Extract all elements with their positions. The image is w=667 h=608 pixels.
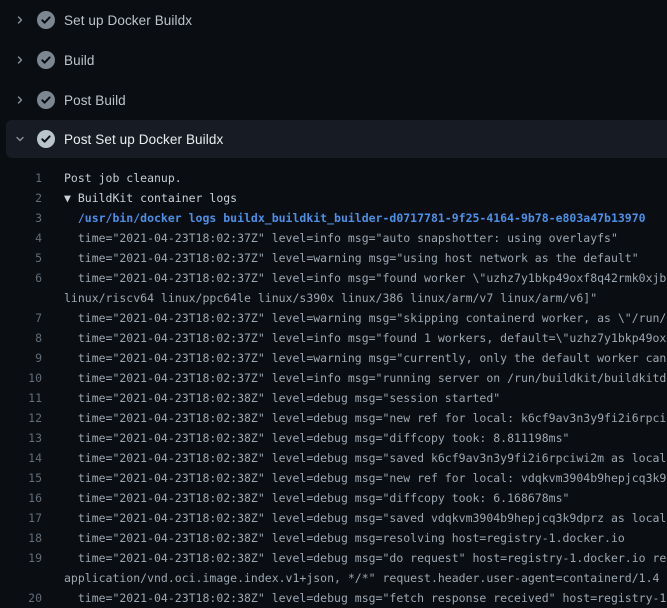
log-line-text: time="2021-04-23T18:02:38Z" level=debug …	[42, 508, 667, 528]
section-row-expanded[interactable]: Post Set up Docker Buildx	[6, 120, 667, 158]
log-line: 16 time="2021-04-23T18:02:38Z" level=deb…	[0, 488, 667, 508]
log-line: 11 time="2021-04-23T18:02:38Z" level=deb…	[0, 388, 667, 408]
log-line-number[interactable]: 6	[0, 268, 42, 288]
log-line-number[interactable]: 19	[0, 548, 42, 568]
log-line-text: time="2021-04-23T18:02:37Z" level=warnin…	[42, 248, 639, 268]
log-line: 15 time="2021-04-23T18:02:38Z" level=deb…	[0, 468, 667, 488]
chevron-down-icon	[14, 133, 26, 145]
log-line: 2 ▼ BuildKit container logs	[0, 188, 667, 208]
log-line-number[interactable]: 20	[0, 588, 42, 608]
log-line: 9 time="2021-04-23T18:02:37Z" level=warn…	[0, 348, 667, 368]
log-line-number[interactable]: 2	[0, 188, 42, 208]
log-line: 18 time="2021-04-23T18:02:38Z" level=deb…	[0, 528, 667, 548]
log-line-number[interactable]: 4	[0, 228, 42, 248]
log-line-number-spacer	[0, 288, 42, 308]
log-line: 6 time="2021-04-23T18:02:37Z" level=info…	[0, 268, 667, 288]
log-line: 20 time="2021-04-23T18:02:38Z" level=deb…	[0, 588, 667, 608]
log-line: application/vnd.oci.image.index.v1+json,…	[0, 568, 667, 588]
log-output: 1 Post job cleanup. 2 ▼ BuildKit contain…	[0, 158, 667, 608]
log-line-number[interactable]: 8	[0, 328, 42, 348]
chevron-right-icon	[14, 14, 26, 26]
check-circle-icon	[36, 50, 56, 70]
section-row-collapsed[interactable]: Set up Docker Buildx	[0, 0, 667, 40]
log-line-text: time="2021-04-23T18:02:38Z" level=debug …	[42, 548, 666, 568]
log-line-text: time="2021-04-23T18:02:37Z" level=info m…	[42, 228, 618, 248]
log-line-number[interactable]: 12	[0, 408, 42, 428]
log-line-number[interactable]: 14	[0, 448, 42, 468]
check-circle-icon	[36, 90, 56, 110]
log-line: 14 time="2021-04-23T18:02:38Z" level=deb…	[0, 448, 667, 468]
log-command-text: /usr/bin/docker logs buildx_buildkit_bui…	[42, 208, 646, 228]
log-line-number[interactable]: 17	[0, 508, 42, 528]
log-line-number[interactable]: 10	[0, 368, 42, 388]
log-line: 13 time="2021-04-23T18:02:38Z" level=deb…	[0, 428, 667, 448]
log-line: 7 time="2021-04-23T18:02:37Z" level=warn…	[0, 308, 667, 328]
section-label: Build	[64, 53, 95, 68]
log-line-text: time="2021-04-23T18:02:38Z" level=debug …	[42, 488, 569, 508]
log-line-number[interactable]: 18	[0, 528, 42, 548]
log-line-text: time="2021-04-23T18:02:37Z" level=info m…	[42, 268, 667, 288]
log-line-text: time="2021-04-23T18:02:38Z" level=debug …	[42, 408, 666, 428]
log-line-number[interactable]: 15	[0, 468, 42, 488]
log-line-number[interactable]: 13	[0, 428, 42, 448]
log-line: 8 time="2021-04-23T18:02:37Z" level=info…	[0, 328, 667, 348]
section-label: Set up Docker Buildx	[64, 13, 192, 28]
section-row-collapsed[interactable]: Build	[0, 40, 667, 80]
log-line: 1 Post job cleanup.	[0, 168, 667, 188]
section-label: Post Build	[64, 93, 126, 108]
log-line-text: time="2021-04-23T18:02:38Z" level=debug …	[42, 468, 667, 488]
log-line: 19 time="2021-04-23T18:02:38Z" level=deb…	[0, 548, 667, 568]
log-line-text: time="2021-04-23T18:02:38Z" level=debug …	[42, 588, 666, 608]
log-line-text: time="2021-04-23T18:02:37Z" level=warnin…	[42, 308, 667, 328]
log-line: linux/riscv64 linux/ppc64le linux/s390x …	[0, 288, 667, 308]
log-line-number[interactable]: 9	[0, 348, 42, 368]
log-line-text: time="2021-04-23T18:02:38Z" level=debug …	[42, 448, 667, 468]
log-line-number[interactable]: 3	[0, 208, 42, 228]
check-circle-icon	[36, 129, 56, 149]
log-line-number[interactable]: 5	[0, 248, 42, 268]
log-line-text: time="2021-04-23T18:02:37Z" level=info m…	[42, 328, 667, 348]
log-line-number[interactable]: 11	[0, 388, 42, 408]
log-line-number[interactable]: 16	[0, 488, 42, 508]
log-line-text: time="2021-04-23T18:02:38Z" level=debug …	[42, 528, 625, 548]
steps-list: Set up Docker Buildx Build Post Build Po…	[0, 0, 667, 158]
log-line-number[interactable]: 7	[0, 308, 42, 328]
log-line: 3 /usr/bin/docker logs buildx_buildkit_b…	[0, 208, 667, 228]
log-line: 10 time="2021-04-23T18:02:37Z" level=inf…	[0, 368, 667, 388]
log-line-text: time="2021-04-23T18:02:38Z" level=debug …	[42, 388, 500, 408]
log-line: 17 time="2021-04-23T18:02:38Z" level=deb…	[0, 508, 667, 528]
log-line-number-spacer	[0, 568, 42, 588]
log-line-text: time="2021-04-23T18:02:37Z" level=info m…	[42, 368, 666, 388]
log-line-text: application/vnd.oci.image.index.v1+json,…	[42, 568, 659, 588]
log-line: 4 time="2021-04-23T18:02:37Z" level=info…	[0, 228, 667, 248]
chevron-right-icon	[14, 54, 26, 66]
section-label: Post Set up Docker Buildx	[64, 132, 223, 147]
log-line-text: time="2021-04-23T18:02:37Z" level=warnin…	[42, 348, 666, 368]
chevron-right-icon	[14, 94, 26, 106]
log-line-text: Post job cleanup.	[42, 168, 182, 188]
log-line-text: linux/riscv64 linux/ppc64le linux/s390x …	[42, 288, 597, 308]
log-line: 12 time="2021-04-23T18:02:38Z" level=deb…	[0, 408, 667, 428]
log-group-toggle[interactable]: ▼ BuildKit container logs	[42, 188, 237, 208]
log-line: 5 time="2021-04-23T18:02:37Z" level=warn…	[0, 248, 667, 268]
check-circle-icon	[36, 10, 56, 30]
log-line-text: time="2021-04-23T18:02:38Z" level=debug …	[42, 428, 569, 448]
section-row-collapsed[interactable]: Post Build	[0, 80, 667, 120]
log-line-number[interactable]: 1	[0, 168, 42, 188]
